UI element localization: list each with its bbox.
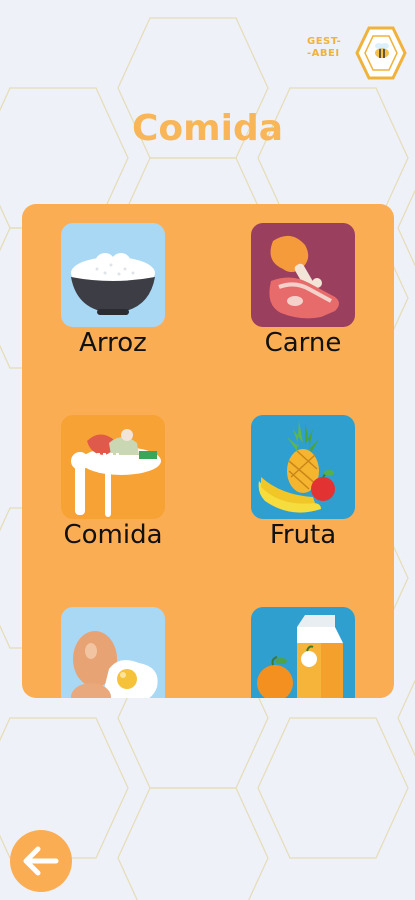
category-label: Carne [264,328,342,358]
category-tile-eggs[interactable] [22,588,202,698]
category-label: Comida [63,520,163,550]
app-logo: GEST- -ABEI [307,26,407,80]
arrow-left-icon [23,846,59,876]
rice-bowl-icon [61,223,165,327]
back-button[interactable] [10,830,72,892]
meat-icon [251,223,355,327]
category-tile-arroz[interactable]: Arroz [22,204,202,374]
fruit-icon [251,415,355,519]
category-tile-carne[interactable]: Carne [212,204,392,374]
meal-plate-icon [61,415,165,519]
bee-hexagon-icon [355,26,407,80]
category-label: Fruta [269,520,337,550]
juice-carton-icon [251,607,355,698]
page-title: Comida [131,108,284,149]
eggs-icon [61,607,165,698]
screen: GEST- -ABEI Comida Arroz Carne Comida Fr… [0,0,415,900]
category-tile-fruta[interactable]: Fruta [212,396,392,566]
category-tile-juice[interactable] [212,588,392,698]
category-panel: Arroz Carne Comida Fruta [22,204,394,698]
logo-text: GEST- -ABEI [307,36,342,59]
category-tile-comida[interactable]: Comida [22,396,202,566]
category-label: Arroz [79,328,147,358]
